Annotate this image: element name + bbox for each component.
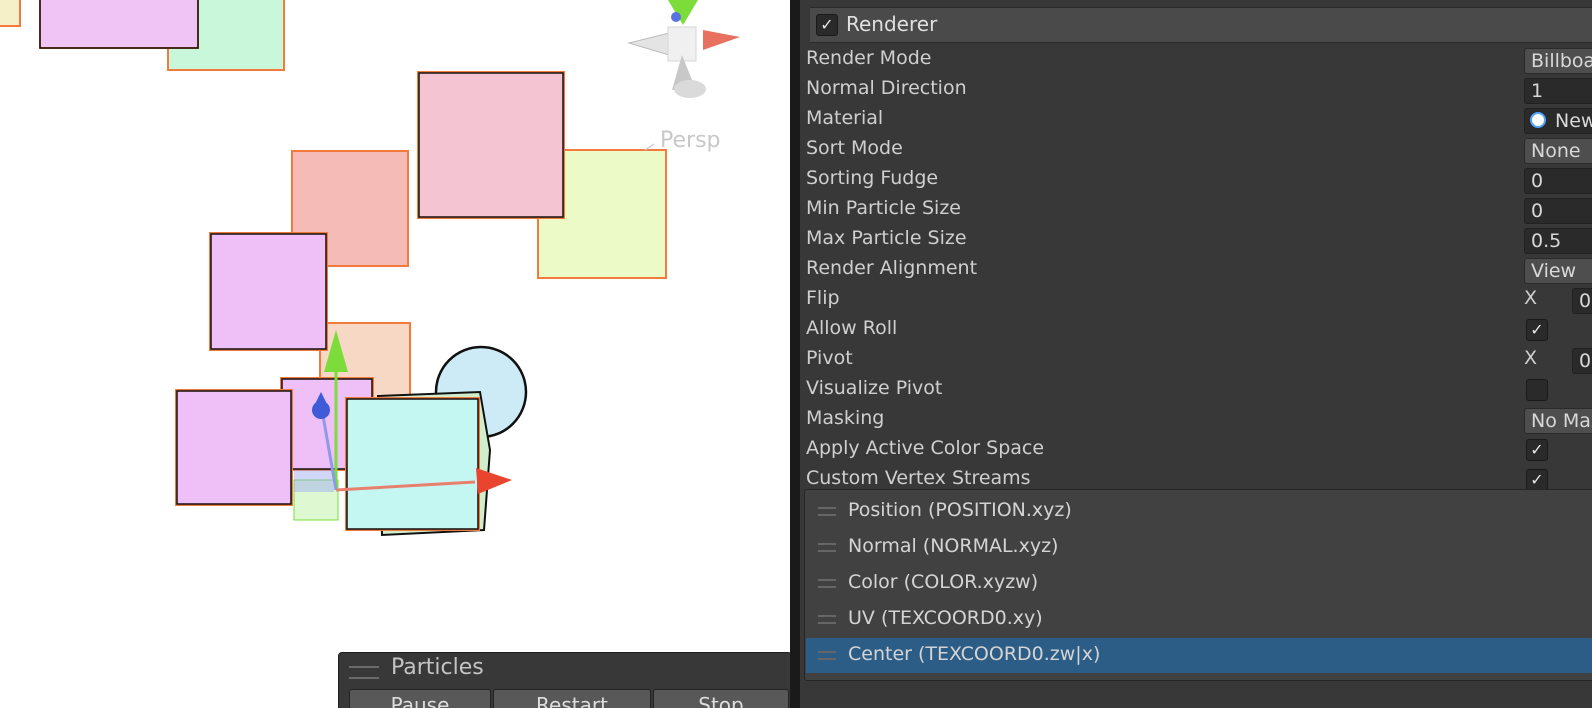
stream-item-color[interactable]: Color (COLOR.xyzw)	[806, 566, 1592, 601]
min-particle-size-field[interactable]: 0	[1524, 198, 1592, 224]
drag-handle-icon[interactable]	[818, 507, 836, 516]
stream-item-uv[interactable]: UV (TEXCOORD0.xy)	[806, 602, 1592, 637]
normal-direction-field[interactable]: 1	[1524, 78, 1592, 104]
flip-x-field[interactable]: 0	[1572, 288, 1592, 314]
sort-mode-dropdown[interactable]: None	[1524, 138, 1592, 164]
stream-label: Normal (NORMAL.xyz)	[848, 535, 1059, 557]
stream-label: UV (TEXCOORD0.xy)	[848, 607, 1043, 629]
drag-handle-icon[interactable]	[818, 615, 836, 624]
prop-render-alignment: Render Alignment View	[800, 255, 1592, 285]
prop-apply-active-color-space: Apply Active Color Space ✓	[800, 435, 1592, 465]
prop-sort-mode: Sort Mode None	[800, 135, 1592, 165]
stream-item-normal[interactable]: Normal (NORMAL.xyz)	[806, 530, 1592, 565]
restart-button[interactable]: Restart	[493, 689, 651, 708]
particle-quad	[39, 0, 199, 49]
max-particle-size-label: Max Particle Size	[806, 227, 967, 249]
drag-handle-icon[interactable]	[818, 579, 836, 588]
drag-handle-icon[interactable]	[818, 651, 836, 660]
custom-vertex-streams-checkbox[interactable]: ✓	[1526, 469, 1548, 491]
prop-visualize-pivot: Visualize Pivot	[800, 375, 1592, 405]
particle-quad	[0, 0, 21, 27]
pivot-label: Pivot	[806, 347, 853, 369]
min-particle-size-label: Min Particle Size	[806, 197, 961, 219]
sort-mode-label: Sort Mode	[806, 137, 903, 159]
material-icon	[1530, 112, 1546, 128]
masking-label: Masking	[806, 407, 885, 429]
max-particle-size-field[interactable]: 0.5	[1524, 228, 1592, 254]
vertex-streams-list: Position (POSITION.xyz) Normal (NORMAL.x…	[804, 489, 1592, 681]
prop-max-particle-size: Max Particle Size 0.5	[800, 225, 1592, 255]
particles-overlay: Particles Pause Restart Stop	[338, 652, 790, 708]
prop-min-particle-size: Min Particle Size 0	[800, 195, 1592, 225]
stream-item-center[interactable]: Center (TEXCOORD0.zw|x)	[806, 638, 1592, 673]
particle-quad	[209, 232, 328, 351]
drag-handle-icon[interactable]	[818, 543, 836, 552]
visualize-pivot-checkbox[interactable]	[1526, 379, 1548, 401]
allow-roll-label: Allow Roll	[806, 317, 898, 339]
material-field[interactable]: New	[1524, 108, 1592, 134]
stream-label: Center (TEXCOORD0.zw|x)	[848, 643, 1101, 665]
render-mode-dropdown[interactable]: Billboard	[1524, 48, 1592, 74]
pause-button[interactable]: Pause	[349, 689, 491, 708]
drag-handle-icon[interactable]	[349, 666, 379, 679]
sorting-fudge-field[interactable]: 0	[1524, 168, 1592, 194]
render-mode-label: Render Mode	[806, 47, 932, 69]
visualize-pivot-label: Visualize Pivot	[806, 377, 943, 399]
view-mode-label[interactable]: Persp	[660, 128, 721, 153]
allow-roll-checkbox[interactable]: ✓	[1526, 319, 1548, 341]
particle-quad	[175, 389, 293, 506]
material-value: New	[1555, 110, 1592, 132]
pivot-x-label: X	[1524, 347, 1538, 369]
prop-pivot: Pivot X 0	[800, 345, 1592, 375]
module-title[interactable]: Renderer	[846, 12, 937, 36]
prop-masking: Masking No Masking	[800, 405, 1592, 435]
render-alignment-dropdown[interactable]: View	[1524, 258, 1592, 284]
render-alignment-label: Render Alignment	[806, 257, 978, 279]
prop-material: Material New	[800, 105, 1592, 135]
apply-active-color-space-label: Apply Active Color Space	[806, 437, 1045, 459]
gizmo-x-arrow	[476, 468, 512, 494]
renderer-enabled-checkbox[interactable]: ✓	[816, 14, 838, 36]
pivot-x-field[interactable]: 0	[1572, 348, 1592, 374]
flip-x-label: X	[1524, 287, 1538, 309]
prop-render-mode: Render Mode Billboard	[800, 45, 1592, 75]
renderer-module-header[interactable]: ✓ Renderer	[810, 7, 1592, 43]
custom-vertex-streams-label: Custom Vertex Streams	[806, 467, 1031, 489]
normal-direction-label: Normal Direction	[806, 77, 967, 99]
scene-canvas[interactable]	[0, 0, 790, 708]
stream-label: Color (COLOR.xyzw)	[848, 571, 1039, 593]
scene-view[interactable]: Persp Particles Pause Restart Stop	[0, 0, 790, 708]
prop-flip: Flip X 0	[800, 285, 1592, 315]
particle-quads	[0, 0, 667, 537]
panel-splitter[interactable]	[790, 0, 800, 708]
material-label: Material	[806, 107, 884, 129]
prop-sorting-fudge: Sorting Fudge 0	[800, 165, 1592, 195]
particles-overlay-title: Particles	[391, 655, 484, 680]
apply-active-color-space-checkbox[interactable]: ✓	[1526, 439, 1548, 461]
stream-item-position[interactable]: Position (POSITION.xyz)	[806, 494, 1592, 529]
particle-quad	[417, 71, 565, 219]
stop-button[interactable]: Stop	[653, 689, 789, 708]
sorting-fudge-label: Sorting Fudge	[806, 167, 939, 189]
inspector-panel: ✓ Renderer Render Mode Billboard Normal …	[800, 0, 1592, 708]
prop-normal-direction: Normal Direction 1	[800, 75, 1592, 105]
gizmo-plane-handle	[294, 470, 334, 492]
masking-dropdown[interactable]: No Masking	[1524, 408, 1592, 434]
prop-allow-roll: Allow Roll ✓	[800, 315, 1592, 345]
stream-label: Position (POSITION.xyz)	[848, 499, 1072, 521]
particle-quad	[345, 397, 480, 531]
flip-label: Flip	[806, 287, 840, 309]
